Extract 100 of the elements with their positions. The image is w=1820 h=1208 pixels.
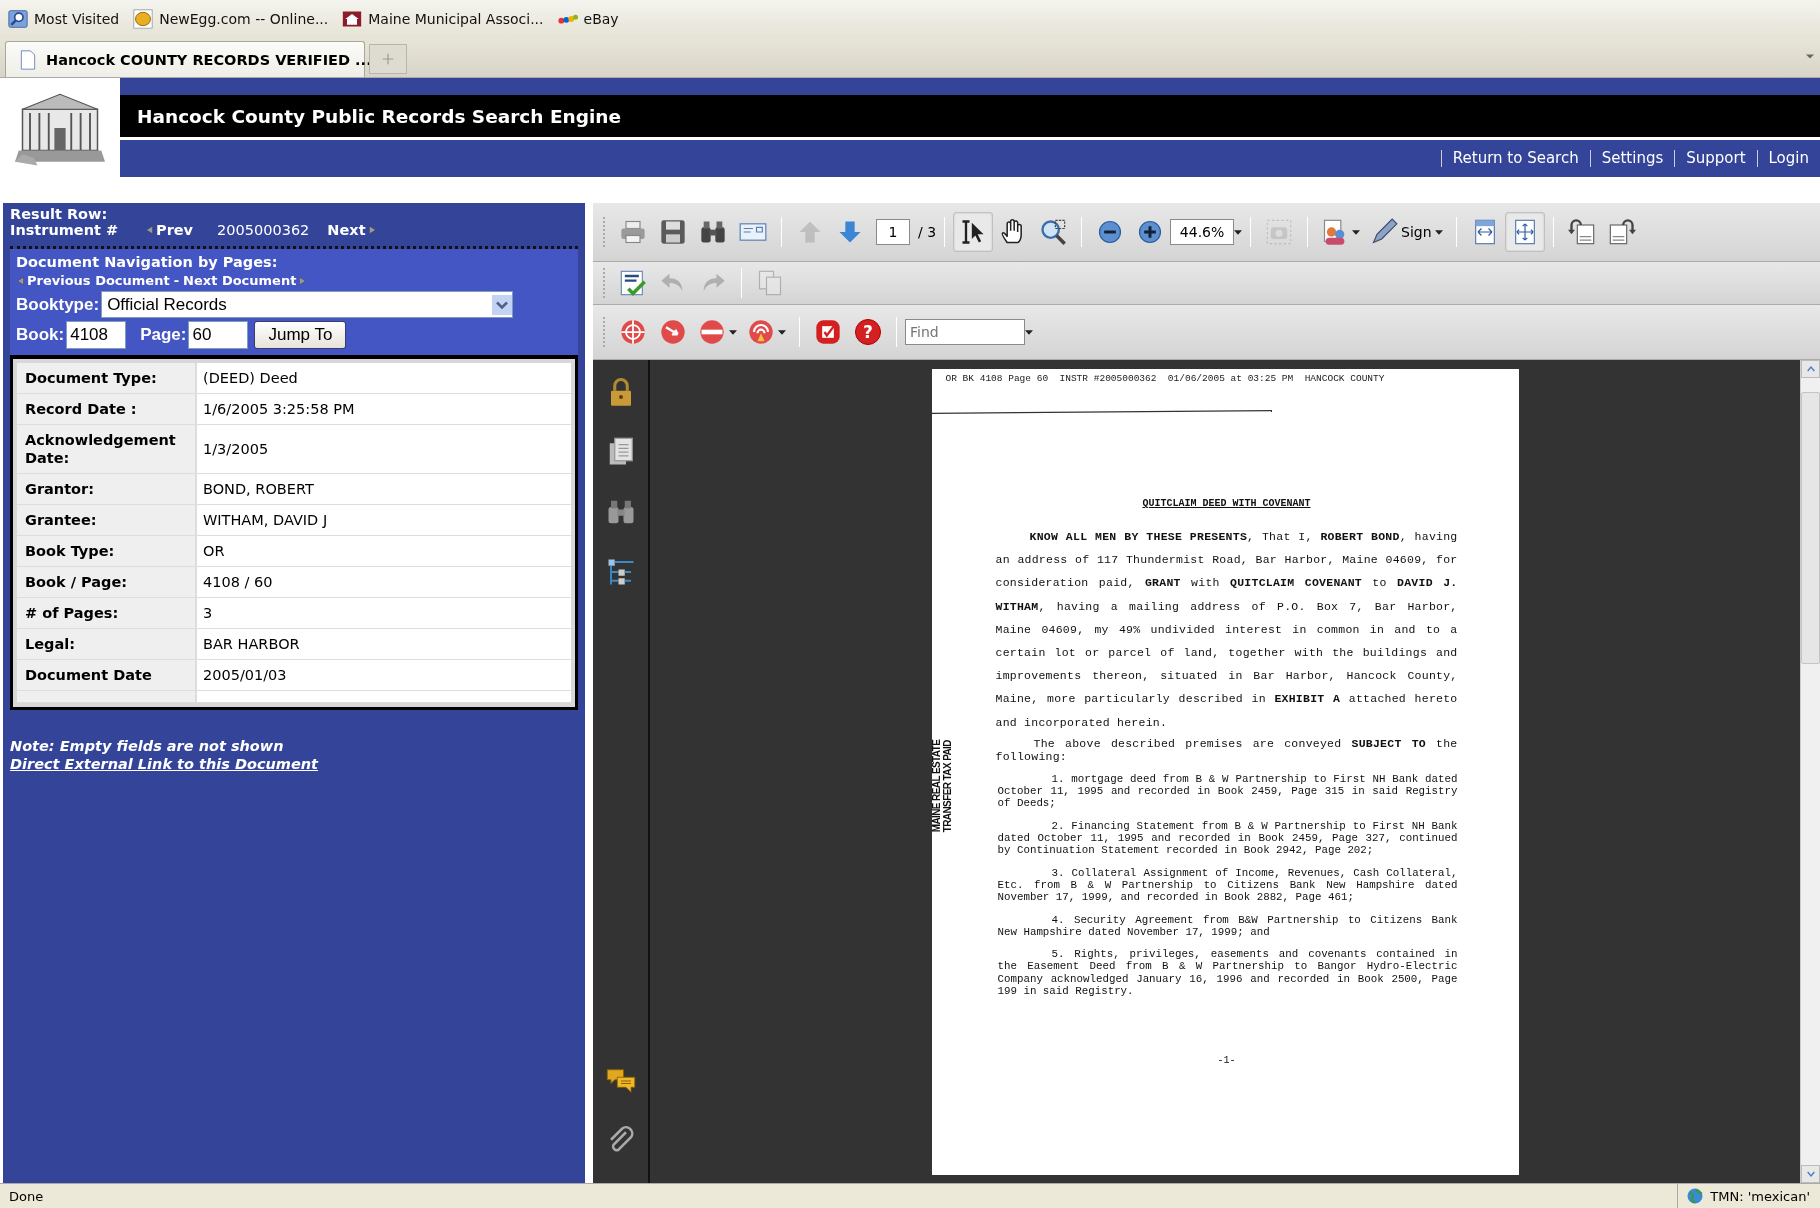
sign-label: Sign xyxy=(1401,224,1432,240)
nav-link[interactable]: Support xyxy=(1674,150,1757,167)
help-icon: ? xyxy=(855,319,881,345)
prev-link[interactable]: Prev xyxy=(145,222,194,238)
checkbox-stamp-icon xyxy=(814,318,842,346)
right-arrow-icon xyxy=(367,223,377,237)
instrument-number: 2005000362 xyxy=(217,222,310,238)
next-document-link[interactable]: Next Document xyxy=(183,273,308,288)
field-value: 3 xyxy=(197,598,571,628)
book-label: Book: xyxy=(16,325,65,345)
document-title: QUITCLAIM DEED WITH COVENANT xyxy=(1141,498,1312,509)
field-value: (DEED) Deed xyxy=(197,363,571,393)
broadcast-icon xyxy=(747,318,775,346)
field-value: OR xyxy=(197,536,571,566)
field-label: Book Type: xyxy=(17,536,197,566)
page-icon xyxy=(18,49,38,70)
left-arrow-icon xyxy=(145,223,154,237)
bookmark-item[interactable]: Maine Municipal Associ... xyxy=(342,9,544,29)
field-label: # of Pages: xyxy=(17,598,197,628)
bookmark-item[interactable]: NewEgg.com -- Online... xyxy=(133,9,329,29)
field-label: Acknowledgement Date: xyxy=(17,425,197,473)
external-link[interactable]: Direct External Link to this Document xyxy=(10,756,319,772)
find-field[interactable]: Find xyxy=(905,319,1025,345)
caret-icon xyxy=(1025,329,1033,335)
link-separator: - xyxy=(173,273,180,288)
field-value: 4108 / 60 xyxy=(197,567,571,597)
next-link[interactable]: Next xyxy=(327,222,377,238)
building-icon xyxy=(342,9,363,29)
field-value: WITHAM, DAVID J xyxy=(197,505,571,535)
scroll-up-icon[interactable] xyxy=(1805,365,1816,373)
field-value: 1/6/2005 3:25:58 PM xyxy=(197,394,571,424)
page-count: / 3 xyxy=(918,224,937,240)
field-label: Grantor: xyxy=(17,474,197,504)
status-addon-text: TMN: 'mexican' xyxy=(1710,1188,1810,1204)
list-item: 1. mortgage deed from B & W Partnership to First NH Bank dated October 11, 1995 and recorded in Book 2459, Page 315 in said Registry of Deeds; xyxy=(997,772,1458,810)
field-label: Legal: xyxy=(17,629,197,659)
egg-icon xyxy=(133,9,154,29)
bookmark-item[interactable]: Most Visited xyxy=(8,9,120,29)
booktype-dropdown[interactable]: Official Records xyxy=(101,291,514,318)
document-paragraph: KNOW ALL MEN BY THESE PRESENTS, That I, ROBERT BOND, having an address of 117 Thundermist Road, Bar Harbor, Maine 04609, for consideration paid, GRANT with QUITCLAIM COVENANT to DAVID J. WITHAM, having a mailing address of P.O. Box 7, Bar Harbor, Maine 04609, my 49% undivided interest in common in and to a certain lot or parcel of land, together with the buildings and improvements thereon, situated in Bar Harbor, Hancock County, Maine, more particularly described in EXHIBIT A attached hereto and incorporated herein. xyxy=(995,529,1458,731)
field-label: Record Date : xyxy=(17,394,197,424)
nav-link[interactable]: Settings xyxy=(1589,150,1675,167)
page-field[interactable]: 60 xyxy=(188,321,249,349)
help-button[interactable]: ? xyxy=(848,312,888,352)
caret-icon xyxy=(729,329,737,335)
page-label: Page: xyxy=(140,325,187,345)
list-item: 3. Collateral Assignment of Income, Revenues, Cash Collateral, Etc. from B & W Partnership to Citizens Bank New Hampshire dated November 17, 1999, and recorded in Book 2882, Page 461; xyxy=(997,866,1458,904)
arrow-circle-icon xyxy=(659,318,687,346)
caret-icon xyxy=(778,329,786,335)
navigation-heading: Document Navigation by Pages: xyxy=(16,254,279,270)
scroll-down-icon[interactable] xyxy=(1805,1170,1816,1178)
field-value: 1/3/2005 xyxy=(197,425,571,473)
nav-link[interactable]: Return to Search xyxy=(1440,150,1590,167)
pen-icon xyxy=(1370,218,1399,246)
magnifier-icon xyxy=(1039,218,1068,246)
document-header-line: OR BK 4108 Page 60 INSTR #2005000362 01/06/2005 at 03:25 PM HANCOCK COUNTY xyxy=(945,373,1386,384)
booktype-label: Booktype: xyxy=(16,294,100,315)
note-text: Note: Empty fields are not shown xyxy=(10,738,285,754)
speech-bubbles-icon xyxy=(605,1066,636,1096)
left-arrow-icon xyxy=(16,273,25,288)
text-cursor-button[interactable] xyxy=(953,212,994,252)
jump-to-button[interactable]: Jump To xyxy=(254,321,347,349)
plus-icon xyxy=(381,52,395,66)
page-number: -1- xyxy=(1216,1055,1237,1067)
status-text: Done xyxy=(9,1188,44,1204)
field-label: Grantee: xyxy=(17,505,197,535)
scroll-thumb[interactable] xyxy=(1801,392,1820,664)
page-number-field[interactable]: 1 xyxy=(876,219,910,245)
field-value: 2005/01/03 xyxy=(197,660,571,690)
field-label: Document Type: xyxy=(17,363,197,393)
crosshair-icon xyxy=(619,318,647,346)
fit-page-button[interactable] xyxy=(1504,212,1545,252)
rotate-left-icon xyxy=(1567,218,1596,246)
bookmark-item[interactable]: eBay xyxy=(557,9,619,29)
list-item: 2. Financing Statement from B & W Partnership to First NH Bank dated October 11, 1995 and recorded in Book 2459, Page 327, continued by Continuation Statement recorded in Book 2942, Page 202; xyxy=(997,819,1458,857)
strikethrough-icon xyxy=(698,318,726,346)
pen-button[interactable]: Sign xyxy=(1365,212,1448,252)
book-field[interactable]: 4108 xyxy=(66,321,127,349)
nav-link[interactable]: Login xyxy=(1756,150,1820,167)
previous-document-link[interactable]: Previous Document xyxy=(16,273,170,288)
field-label: Document Date xyxy=(17,660,197,690)
right-arrow-icon xyxy=(298,273,308,288)
list-item: 5. Rights, privileges, easements and covenants contained in the Easement Deed from B & W Partnership to Bangor Hydro-Electric Company acknowledged January 16, 1996 and recorded in Book 2500, Page 199 in said Registry. xyxy=(997,948,1458,998)
list-item: 4. Security Agreement from B&W Partnership to Citizens Bank New Hampshire dated November 17, 1999; and xyxy=(997,913,1458,939)
instrument-label: Instrument # xyxy=(10,222,120,238)
spell-check-icon xyxy=(619,269,647,297)
rotate-right-icon xyxy=(1607,218,1636,246)
field-label: Book / Page: xyxy=(17,567,197,597)
caret-icon xyxy=(1352,229,1361,235)
result-row-label: Result Row: xyxy=(10,206,108,222)
field-value: BOND, ROBERT xyxy=(197,474,571,504)
chevron-icon xyxy=(492,293,513,316)
stamp-text: MAINE REAL ESTATE TRANSFER TAX PAID xyxy=(930,739,953,833)
site-title: Hancock County Public Records Search Engine xyxy=(120,95,1820,140)
copy-icon xyxy=(756,269,784,297)
caret-icon xyxy=(1234,229,1243,235)
scrollbar[interactable] xyxy=(1800,360,1820,1183)
zoom-field[interactable]: 44.6% xyxy=(1170,219,1235,245)
caret-icon xyxy=(1434,229,1443,235)
field-value: BAR HARBOR xyxy=(197,629,571,659)
